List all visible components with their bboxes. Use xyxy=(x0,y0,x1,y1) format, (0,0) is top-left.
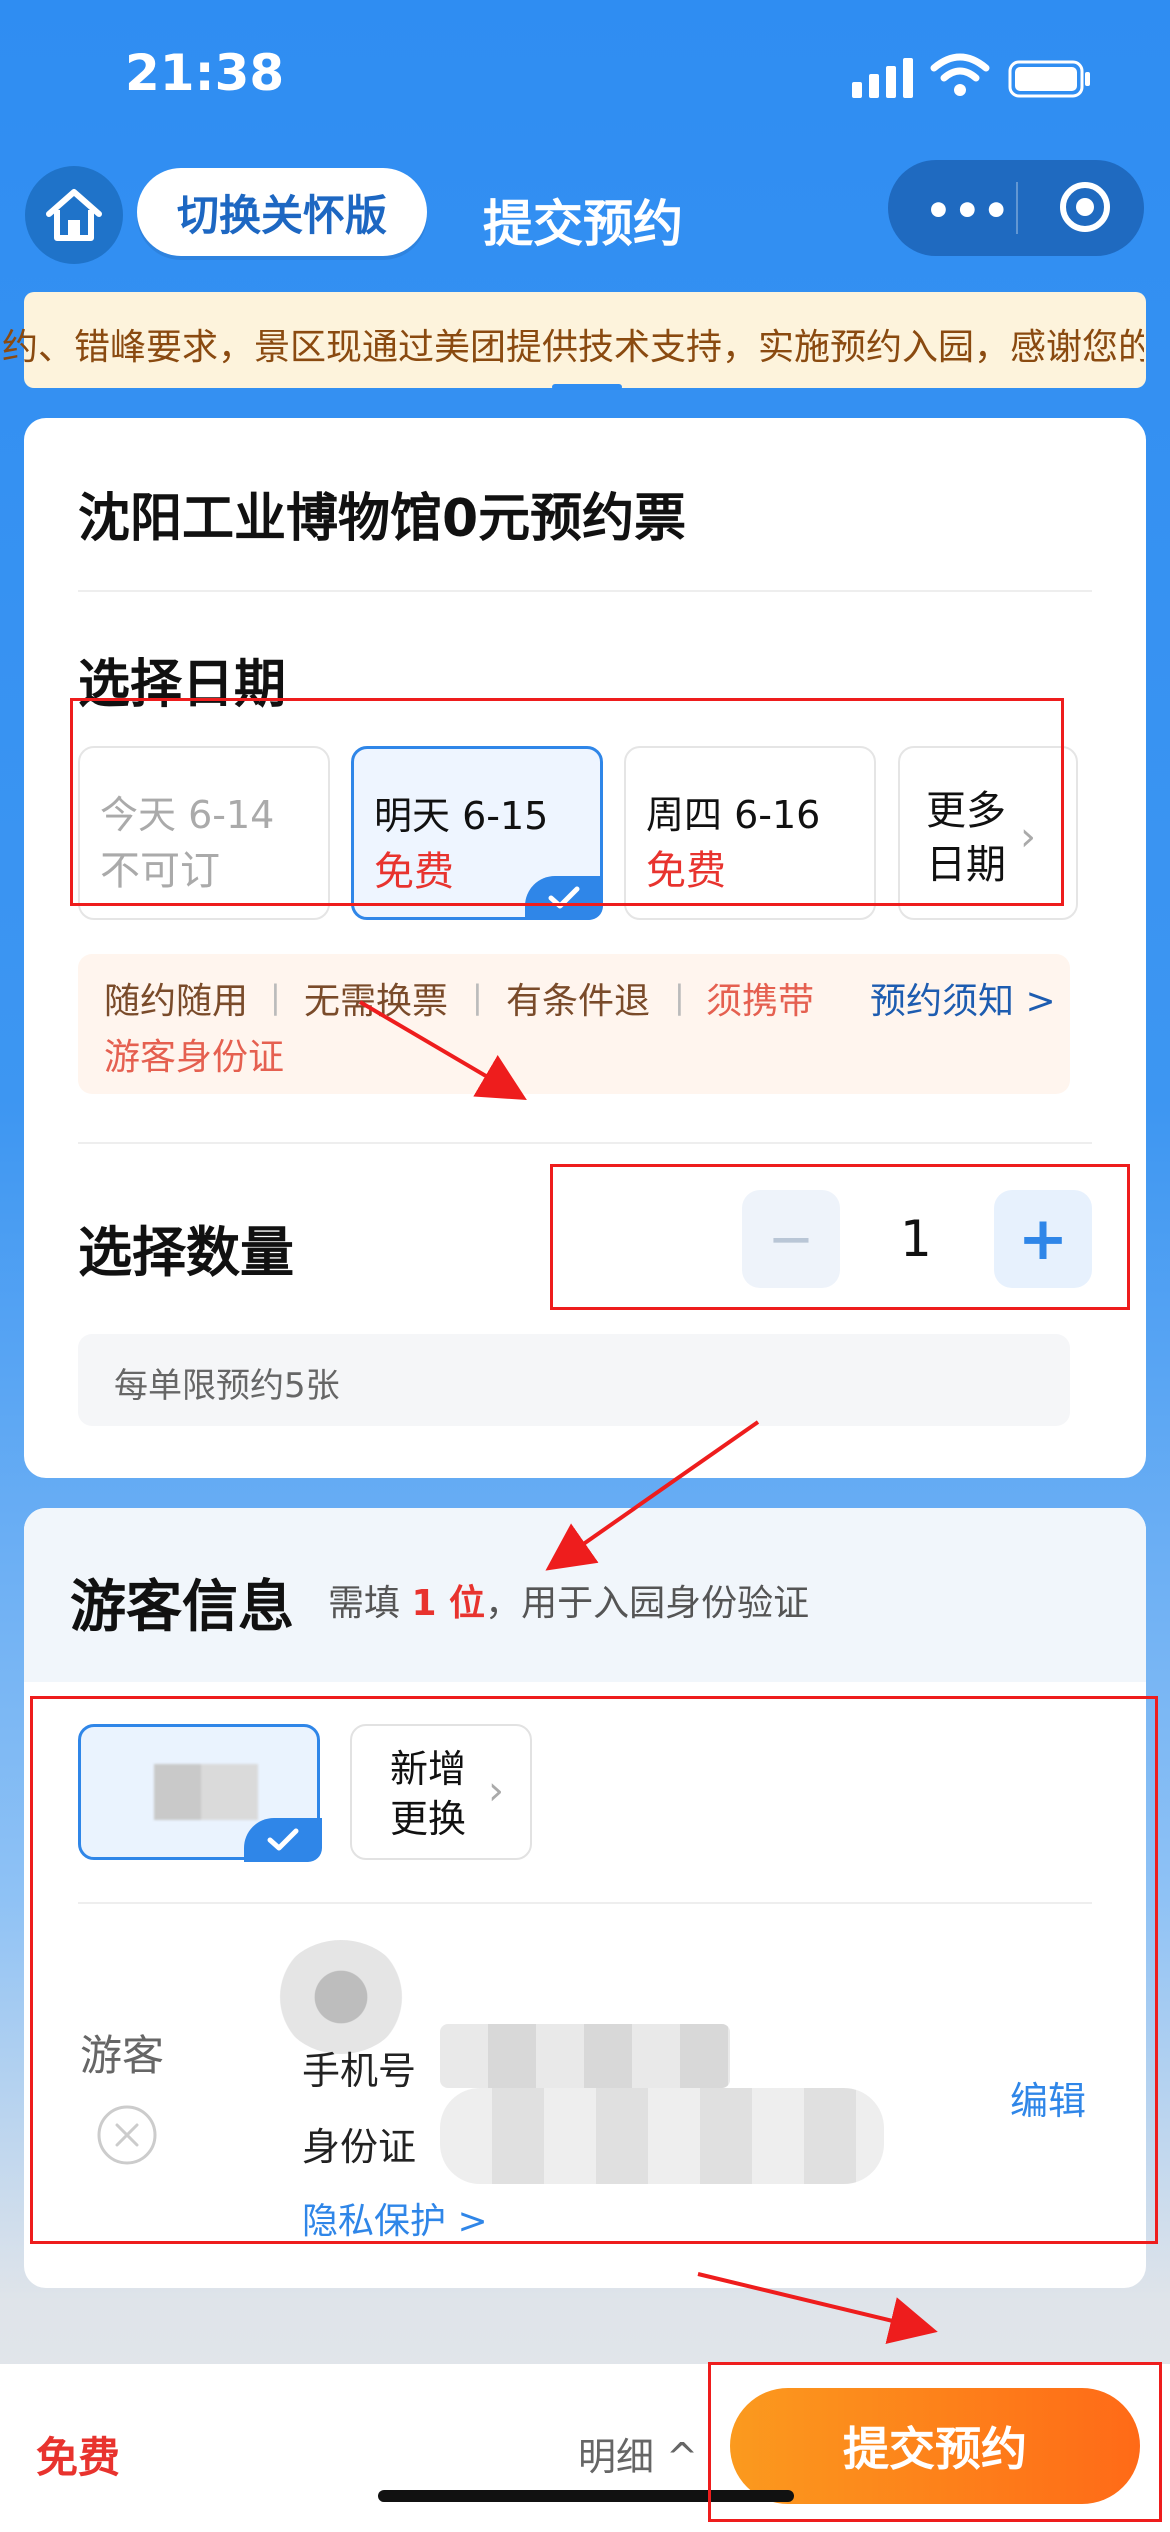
home-icon xyxy=(46,189,102,241)
cellular-signal-icon xyxy=(852,58,913,98)
tag-bring-id: 须携带 xyxy=(706,981,815,1022)
note-count: 1 位 xyxy=(411,1583,486,1624)
visitor-section-title: 游客信息 xyxy=(70,1575,294,1640)
tag-separator: | xyxy=(472,978,483,1016)
note-prefix: 需填 xyxy=(328,1583,401,1624)
tag-separator: | xyxy=(270,978,281,1016)
home-button[interactable] xyxy=(25,166,123,264)
tag-anytime: 随约随用 xyxy=(104,981,249,1022)
ticket-card xyxy=(24,418,1146,1478)
annotation-box-visitor xyxy=(30,1696,1158,2244)
annotation-box-submit xyxy=(708,2362,1162,2522)
annotation-box-quantity xyxy=(550,1164,1130,1310)
divider xyxy=(78,1142,1092,1144)
quantity-section-title: 选择数量 xyxy=(78,1221,294,1284)
care-mode-button[interactable]: 切换关怀版 xyxy=(137,168,427,256)
visitor-requirement-note: 需填 1 位，用于入园身份验证 xyxy=(328,1574,809,1626)
wifi-icon xyxy=(930,53,990,96)
ticket-title: 沈阳工业博物馆0元预约票 xyxy=(78,489,687,549)
status-time: 21:38 xyxy=(125,44,285,102)
booking-notice-link[interactable]: 预约须知 > xyxy=(870,972,1056,1024)
battery-icon xyxy=(1008,60,1090,98)
tag-separator: | xyxy=(674,978,685,1016)
divider xyxy=(78,590,1092,592)
note-suffix: ，用于入园身份验证 xyxy=(485,1583,810,1624)
notice-text: 约、错峰要求，景区现通过美团提供技术支持，实施预约入园，感谢您的 xyxy=(2,327,1144,368)
page-title: 提交预约 xyxy=(483,195,683,253)
annotation-box-date xyxy=(70,698,1064,906)
tag-no-exchange: 无需换票 xyxy=(304,981,449,1022)
close-miniprogram-icon[interactable] xyxy=(1058,180,1112,234)
quantity-limit-text: 每单限预约5张 xyxy=(114,1366,340,1406)
capsule-divider xyxy=(1016,182,1018,234)
price-detail-toggle[interactable]: 明细 ^ xyxy=(578,2426,698,2481)
notice-indicator xyxy=(552,384,622,390)
more-menu-button[interactable]: ••• xyxy=(925,186,1012,235)
total-price: 免费 xyxy=(36,2433,121,2482)
tag-bring-id-cont: 游客身份证 xyxy=(104,1037,285,1078)
tag-refund: 有条件退 xyxy=(506,981,651,1022)
